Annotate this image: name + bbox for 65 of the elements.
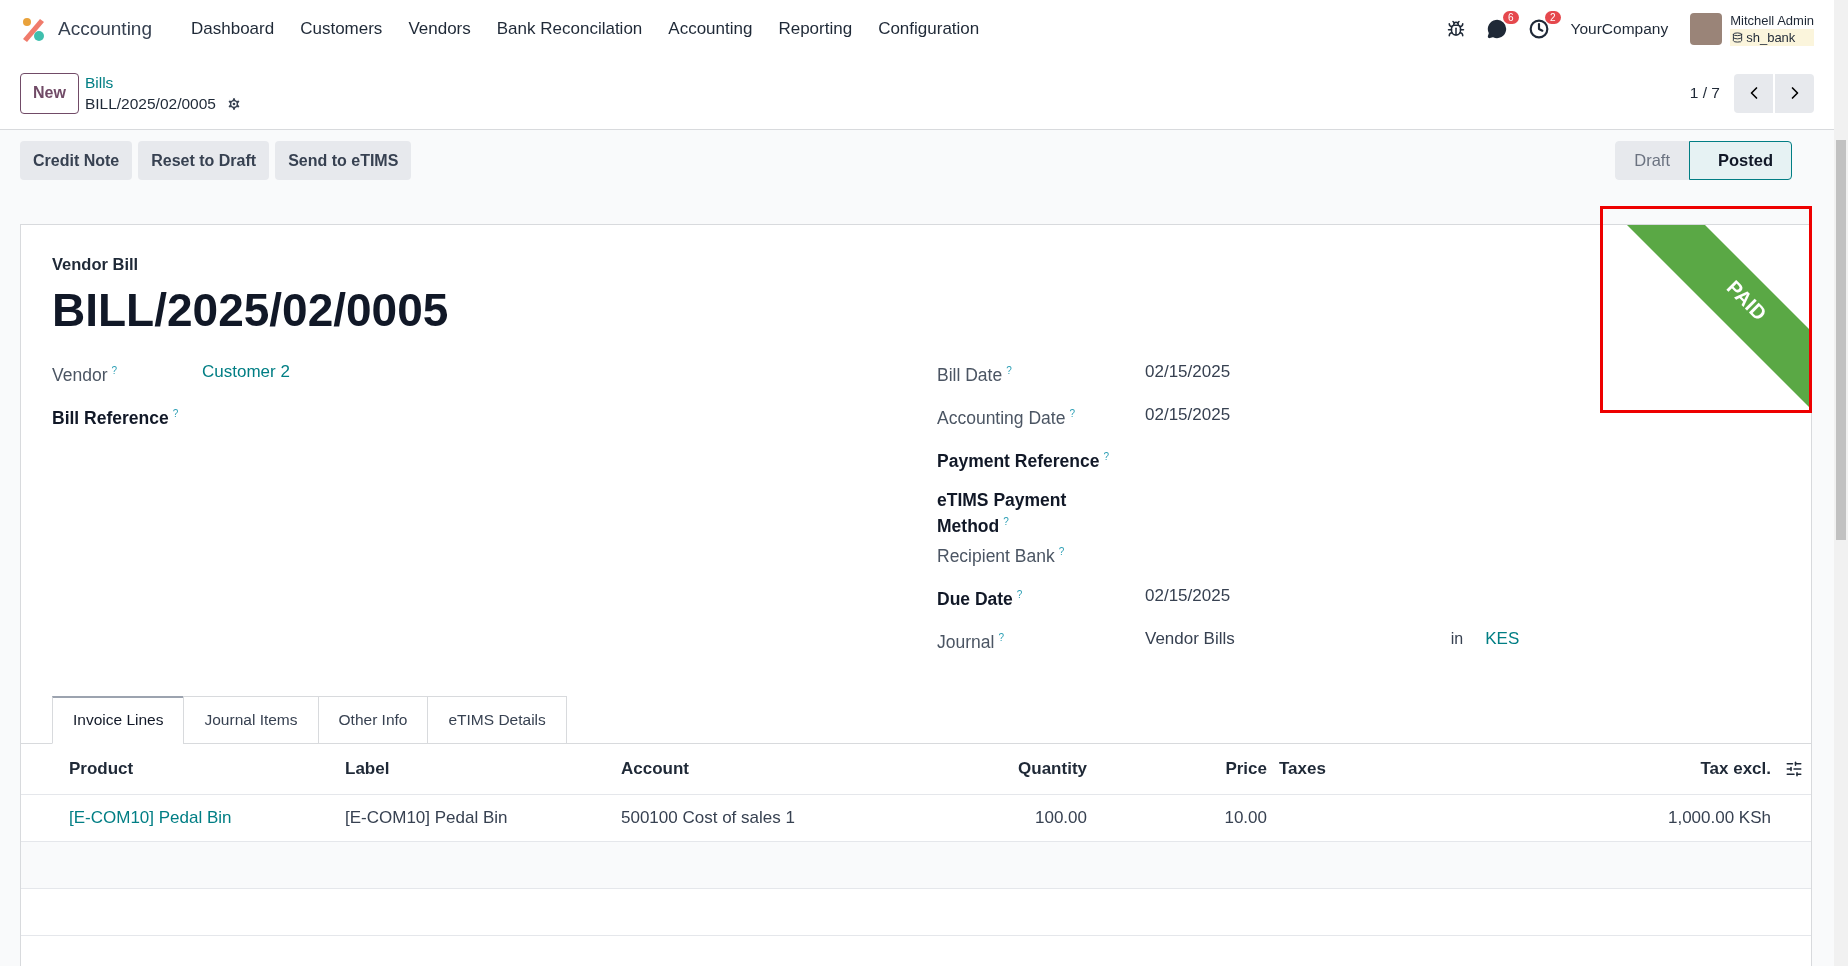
column-header[interactable]: Label: [345, 758, 621, 779]
notebook-tab[interactable]: eTIMS Details: [427, 695, 567, 744]
scrollbar[interactable]: [1834, 0, 1848, 966]
document-title: BILL/2025/02/0005: [52, 283, 449, 338]
table-cell-text: 1,000.00 KSh: [1666, 807, 1771, 828]
menu-item[interactable]: Configuration: [865, 18, 993, 39]
menu-item[interactable]: Reporting: [765, 18, 866, 39]
menu-item[interactable]: Bank Reconcilation: [483, 18, 656, 39]
document-type: Vendor Bill: [52, 255, 140, 274]
table-cell-text: [E-COM10] Pedal Bin: [345, 807, 509, 828]
notebook-tab[interactable]: Invoice Lines: [52, 695, 185, 744]
field-value[interactable]: 02/15/2025: [1145, 360, 1231, 384]
currency-link[interactable]: KES: [1485, 626, 1520, 651]
table-cell-text: 10.00: [1223, 807, 1267, 828]
field-label: Due Date $^{?}$: [937, 587, 1024, 610]
database-name: sh_bank: [1746, 28, 1796, 46]
app-name[interactable]: Accounting: [58, 17, 152, 40]
notification-badge: 6: [1502, 10, 1519, 24]
notification-badge: 2: [1544, 10, 1561, 24]
bug-icon[interactable]: [1446, 19, 1465, 38]
field-label: Recipient Bank $^{?}$: [937, 544, 1066, 567]
clock-icon[interactable]: [1528, 18, 1549, 39]
field-link[interactable]: Customer 2: [202, 360, 290, 384]
menu-item[interactable]: Accounting: [655, 18, 766, 39]
field-value[interactable]: 02/15/2025: [1145, 403, 1231, 427]
status-step[interactable]: Posted: [1689, 141, 1792, 180]
user-name[interactable]: Mitchell Admin: [1730, 11, 1814, 29]
column-header[interactable]: Product: [69, 758, 345, 779]
action-button[interactable]: Reset to Draft: [138, 141, 270, 180]
pager-value[interactable]: 1 / 7: [1689, 84, 1720, 102]
field-label: Bill Date $^{?}$: [937, 363, 1013, 386]
settings-icon[interactable]: [225, 95, 242, 112]
column-header[interactable]: Quantity: [897, 758, 1087, 779]
notebook-tab[interactable]: Journal Items: [183, 695, 319, 744]
field-label: Accounting Date $^{?}$: [937, 406, 1076, 429]
field-value[interactable]: Vendor Bills: [1145, 626, 1235, 651]
product-link[interactable]: [E-COM10] Pedal Bin: [69, 807, 345, 828]
column-header[interactable]: Taxes: [1267, 758, 1561, 779]
action-button[interactable]: Credit Note: [20, 141, 133, 180]
breadcrumb-link[interactable]: Bills: [84, 72, 242, 93]
field-label: Payment Reference $^{?}$: [937, 449, 1109, 472]
field-label: Bill Reference $^{?}$: [52, 406, 180, 429]
app-logo-icon[interactable]: [20, 15, 46, 42]
field-label: Vendor $^{?}$: [52, 363, 119, 386]
field-value[interactable]: 02/15/2025: [1145, 583, 1231, 608]
menu-item[interactable]: Dashboard: [178, 18, 288, 39]
user-avatar[interactable]: [1690, 12, 1723, 45]
table-cell-text: 100.00: [1034, 807, 1087, 828]
chat-icon[interactable]: [1486, 18, 1507, 39]
table-cell-text: 500100 Cost of sales 1: [621, 807, 796, 828]
new-button[interactable]: New: [20, 72, 79, 114]
menu-item[interactable]: Customers: [287, 18, 396, 39]
action-button[interactable]: Send to eTIMS: [275, 141, 412, 180]
column-header[interactable]: Tax excl.: [1561, 758, 1771, 779]
column-settings-icon[interactable]: [1785, 759, 1803, 778]
field-label: Journal $^{?}$: [937, 630, 1005, 653]
breadcrumb-current: BILL/2025/02/0005: [84, 94, 216, 114]
column-header[interactable]: Account: [621, 758, 897, 779]
company-name[interactable]: YourCompany: [1570, 19, 1669, 38]
status-step[interactable]: Draft: [1615, 141, 1689, 180]
field-label: eTIMS Payment Method $^{?}$: [937, 489, 1068, 537]
menu-item[interactable]: Vendors: [395, 18, 484, 39]
database-icon: [1732, 31, 1744, 43]
field-connector: in: [1450, 628, 1464, 649]
column-header[interactable]: Price: [1087, 758, 1267, 779]
